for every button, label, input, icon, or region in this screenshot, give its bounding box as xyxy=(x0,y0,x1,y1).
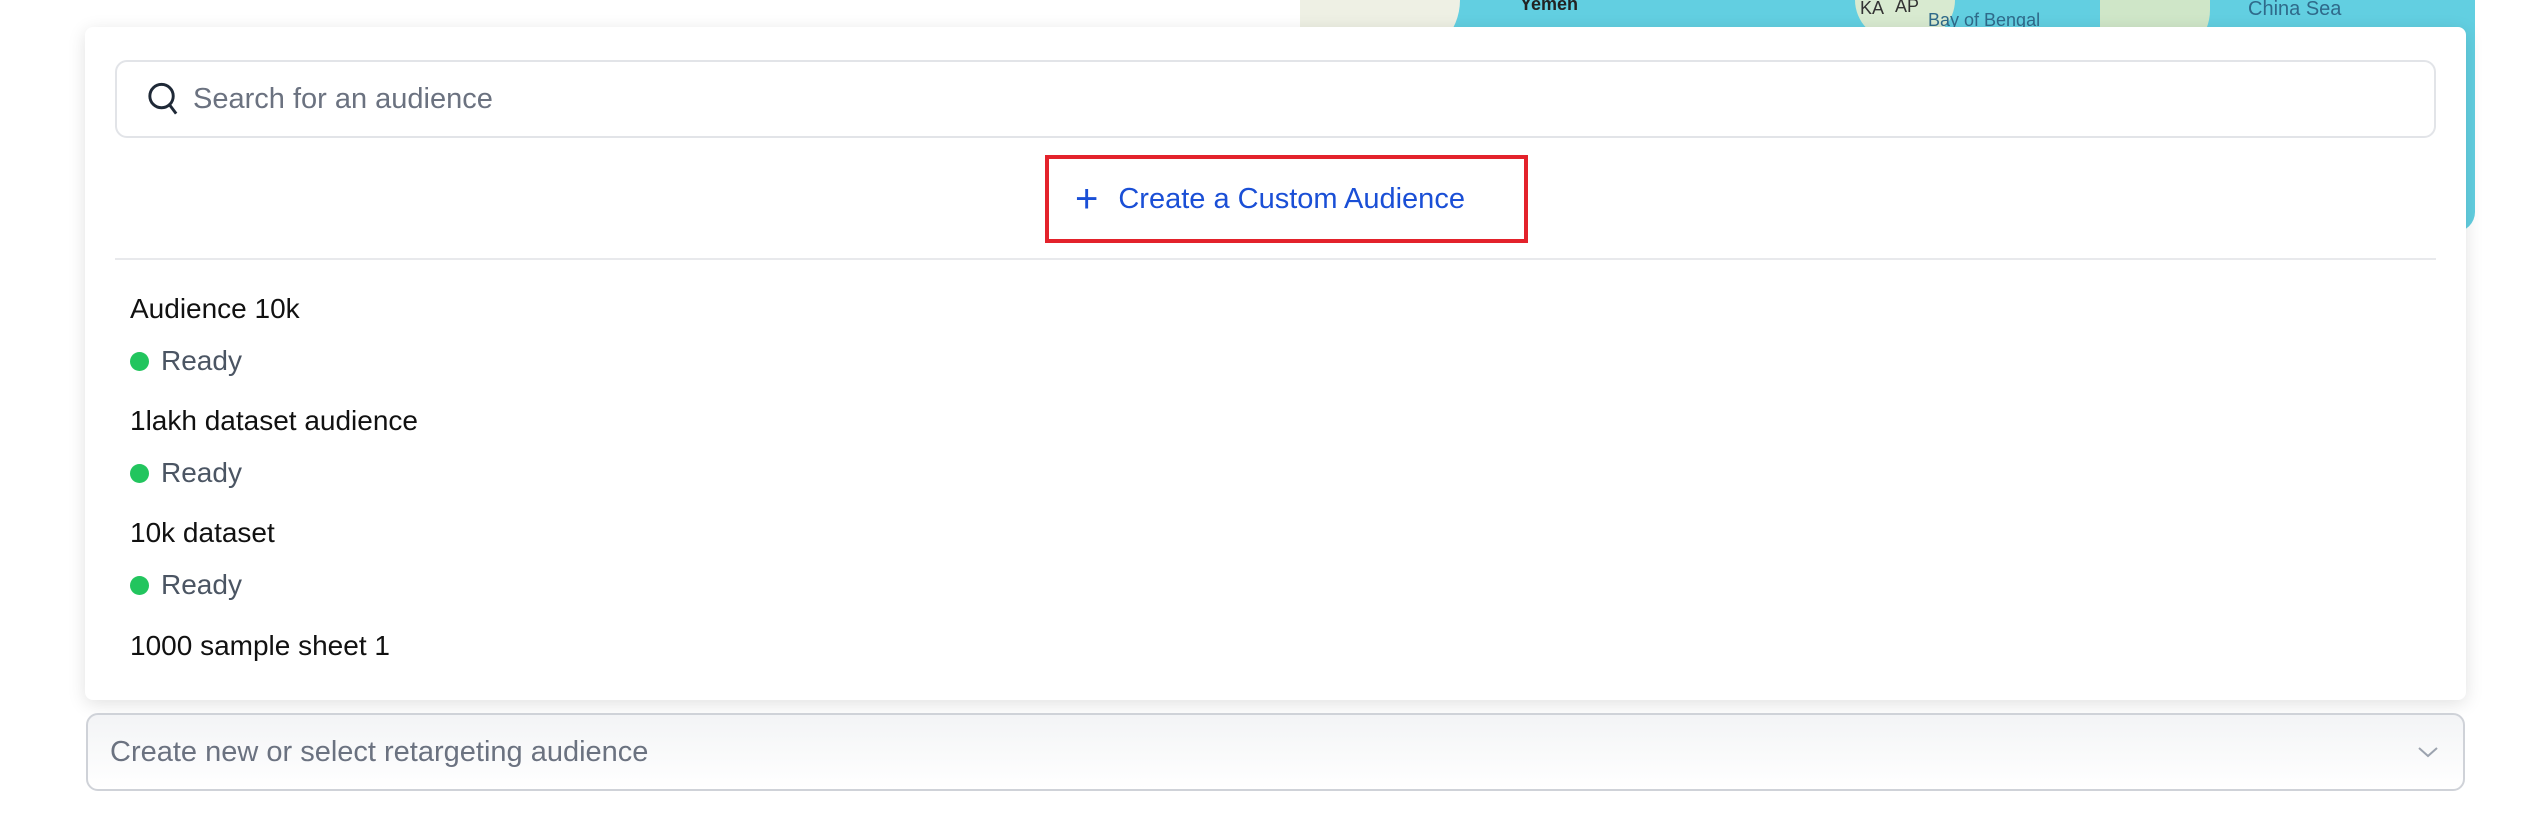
map-label: Yemen xyxy=(1520,0,1579,14)
map-label: China Sea xyxy=(2248,0,2342,20)
divider xyxy=(115,258,2436,260)
audience-name: 1000 sample sheet 1 xyxy=(130,630,390,661)
select-placeholder: Create new or select retargeting audienc… xyxy=(110,735,649,768)
plus-icon: + xyxy=(1075,176,1099,221)
chevron-down-icon xyxy=(2418,747,2438,758)
map-label: KA xyxy=(1860,0,1885,18)
search-icon xyxy=(148,82,178,115)
retargeting-audience-select[interactable]: Create new or select retargeting audienc… xyxy=(86,713,2465,791)
status-dot-icon xyxy=(130,463,149,483)
search-input[interactable] xyxy=(191,81,2195,117)
audience-name: 1lakh dataset audience xyxy=(130,405,418,436)
status-dot-icon xyxy=(130,351,149,371)
status-label: Ready xyxy=(161,345,242,376)
status-label: Ready xyxy=(161,457,242,488)
list-item[interactable]: 10k dataset Ready xyxy=(130,517,275,601)
status-label: Ready xyxy=(161,569,242,600)
status-dot-icon xyxy=(130,575,149,595)
audience-name: 10k dataset xyxy=(130,517,275,548)
create-custom-audience-button[interactable]: + Create a Custom Audience xyxy=(1075,159,1465,239)
audience-dropdown-panel: + Create a Custom Audience Audience 10k … xyxy=(85,27,2466,700)
list-item[interactable]: 1lakh dataset audience Ready xyxy=(130,405,418,489)
create-custom-audience-label: Create a Custom Audience xyxy=(1118,182,1465,215)
list-item[interactable]: 1000 sample sheet 1 xyxy=(130,630,390,662)
map-label: AP xyxy=(1895,0,1920,16)
search-box[interactable] xyxy=(115,60,2436,138)
highlight-box: + Create a Custom Audience xyxy=(1045,155,1528,243)
audience-name: Audience 10k xyxy=(130,293,300,324)
list-item[interactable]: Audience 10k Ready xyxy=(130,293,300,377)
